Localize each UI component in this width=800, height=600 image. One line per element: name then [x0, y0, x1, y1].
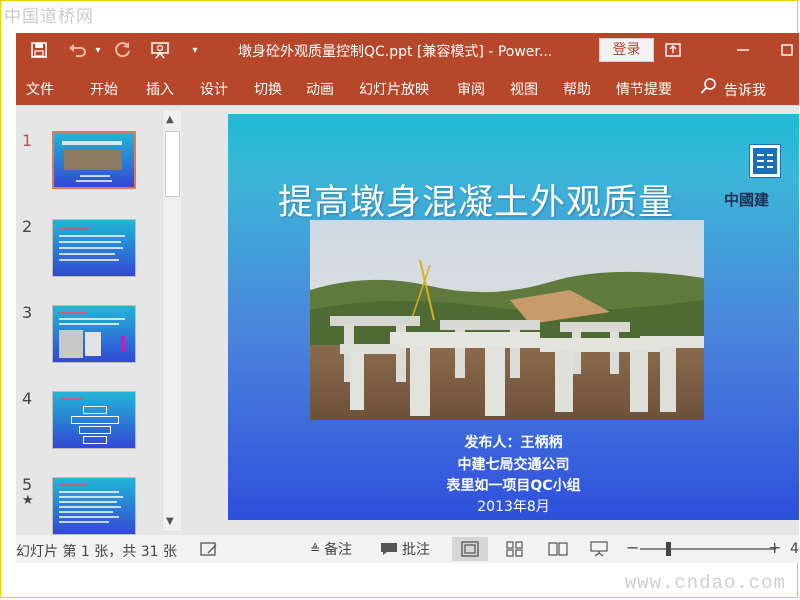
tab-help[interactable]: 帮助 [563, 79, 591, 99]
thumb-number-5: 5 [22, 475, 33, 494]
zoom-out-button[interactable]: − [626, 538, 639, 557]
zoom-in-button[interactable]: + [768, 538, 781, 557]
comment-icon [381, 543, 397, 555]
save-icon[interactable] [26, 33, 52, 67]
maximize-icon[interactable] [774, 33, 799, 67]
slide-team[interactable]: 表里如一项目QC小组 [228, 475, 799, 495]
notes-icon: ≜ [310, 542, 321, 556]
scroll-down-icon[interactable]: ▼ [166, 516, 174, 527]
window-title: 墩身砼外观质量控制QC.ppt [兼容模式] - Power... [238, 44, 553, 60]
zoom-slider[interactable] [640, 548, 776, 550]
notes-button[interactable]: ≜ 备注 [310, 537, 352, 561]
thumbnail-scrollbar[interactable]: ▲ ▼ [162, 111, 181, 531]
scrollbar-thumb[interactable] [165, 131, 180, 197]
tab-slideshow[interactable]: 幻灯片放映 [359, 79, 429, 99]
thumb-number-3: 3 [22, 303, 33, 322]
slide-thumbnail-2[interactable] [52, 219, 136, 277]
redo-icon[interactable] [110, 33, 136, 67]
tab-storyboard[interactable]: 情节提要 [616, 79, 672, 99]
comments-label: 批注 [402, 542, 430, 558]
slide-title[interactable]: 提高墩身混凝土外观质量 [278, 174, 674, 225]
lightbulb-search-icon[interactable] [700, 77, 718, 99]
watermark-bottom: www.cndao.com [624, 572, 786, 594]
zoom-level[interactable]: 4 [790, 541, 799, 557]
ribbon-display-options-icon[interactable] [658, 33, 688, 67]
ribbon-tabs: 文件 开始 插入 设计 切换 动画 幻灯片放映 审阅 视图 帮助 情节提要 告诉… [16, 67, 799, 105]
slide-company[interactable]: 中建七局交通公司 [228, 454, 799, 474]
tab-transitions[interactable]: 切换 [254, 79, 282, 99]
undo-dropdown-icon[interactable]: ▾ [92, 33, 104, 67]
normal-view-icon[interactable] [452, 537, 488, 561]
slide-date[interactable]: 2013年8月 [228, 496, 799, 516]
slide-count[interactable]: 幻灯片 第 1 张，共 31 张 [16, 541, 177, 561]
watermark-top: 中国道桥网 [4, 7, 94, 27]
tab-review[interactable]: 审阅 [457, 79, 485, 99]
notes-label: 备注 [324, 542, 353, 558]
tab-insert[interactable]: 插入 [146, 79, 174, 99]
login-button[interactable]: 登录 [599, 38, 654, 62]
tab-animations[interactable]: 动画 [306, 79, 334, 99]
slide-sorter-icon[interactable] [506, 537, 524, 561]
slideshow-view-icon[interactable] [590, 537, 608, 561]
thumb-number-2: 2 [22, 217, 33, 236]
zoom-slider-handle[interactable] [666, 542, 671, 556]
tab-file[interactable]: 文件 [26, 79, 54, 99]
thumb-number-1: 1 [22, 131, 33, 150]
minimize-icon[interactable] [728, 33, 758, 67]
slide-editor: 中國建 提高墩身混凝土外观质量 发布人：王柄柄 中建七局交通公司 表里如一项目Q… [186, 105, 799, 535]
reading-view-icon[interactable] [548, 537, 568, 561]
status-bar: 幻灯片 第 1 张，共 31 张 ≜ 备注 批注 − + 4 [16, 535, 799, 563]
slide-thumbnail-4[interactable] [52, 391, 136, 449]
company-logo-text: 中國建 [724, 191, 770, 209]
slide-thumbnail-1[interactable] [52, 131, 136, 189]
tab-home[interactable]: 开始 [90, 79, 118, 99]
spell-check-icon[interactable] [200, 537, 218, 561]
present-icon[interactable] [146, 33, 174, 67]
slide-thumbnail-pane: 1 2 3 4 5 ★ ▲ ▼ [16, 105, 186, 535]
undo-icon[interactable] [64, 33, 92, 67]
thumb-number-4: 4 [22, 389, 33, 408]
scroll-up-icon[interactable]: ▲ [166, 114, 174, 125]
comments-button[interactable]: 批注 [380, 537, 430, 561]
slide-author[interactable]: 发布人：王柄柄 [228, 432, 799, 452]
bridge-pier-photo[interactable] [310, 220, 704, 420]
slide-thumbnail-3[interactable] [52, 305, 136, 363]
animation-star-icon: ★ [22, 493, 34, 508]
tell-me-input[interactable]: 告诉我 [724, 80, 766, 100]
tab-view[interactable]: 视图 [510, 79, 538, 99]
cscec-logo-icon [749, 144, 781, 178]
slide-thumbnail-5[interactable] [52, 477, 136, 535]
customize-toolbar-icon[interactable]: ▾ [188, 33, 202, 67]
title-bar: ▾ ▾ 墩身砼外观质量控制QC.ppt [兼容模式] - Power... 登录 [16, 33, 799, 67]
tab-design[interactable]: 设计 [200, 79, 228, 99]
current-slide[interactable]: 中國建 提高墩身混凝土外观质量 发布人：王柄柄 中建七局交通公司 表里如一项目Q… [228, 114, 799, 520]
